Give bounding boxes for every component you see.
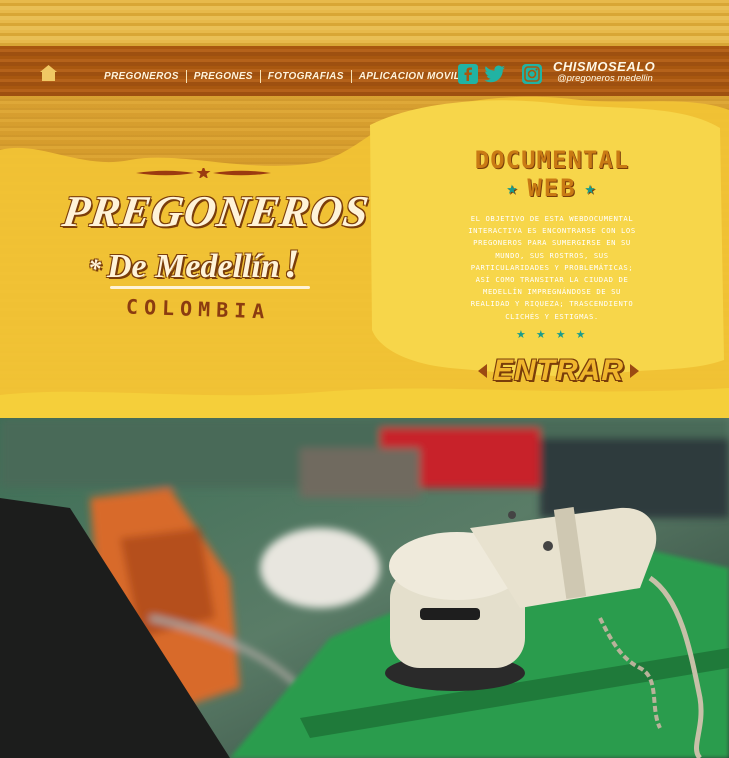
decorative-star-divider [136, 168, 271, 178]
documental-line2-row: ★ WEB ★ [470, 174, 634, 202]
hero-subtitle: * De Medellín! [88, 240, 299, 287]
main-nav: PREGONEROS PREGONES FOTOGRAFIAS APLICACI… [97, 70, 467, 83]
star-icon: ★ [535, 329, 546, 341]
nav-item-fotografias[interactable]: FOTOGRAFIAS [261, 70, 352, 83]
exclamation-mark: ! [283, 241, 300, 286]
arrow-right-icon [630, 364, 639, 378]
chismosealo-title: CHISMOSEALO [553, 59, 656, 74]
star-icon: ★ [506, 177, 520, 199]
arrow-left-icon [478, 364, 487, 378]
hero-title: PREGONEROS [59, 187, 373, 236]
documental-description: EL OBJETIVO DE ESTA WEBDOCUMENTAL INTERA… [468, 214, 636, 321]
hero-photo [0, 418, 729, 758]
chismosealo-block[interactable]: CHISMOSEALO @pregoneros medellin [553, 60, 655, 84]
asterisk-mark: * [88, 254, 101, 283]
nav-item-pregoneros[interactable]: PREGONEROS [97, 70, 187, 83]
star-icon: ★ [575, 329, 586, 341]
chismosealo-handle: @pregoneros medellin [557, 73, 653, 84]
star-icon: ★ [516, 329, 526, 341]
documental-line1: DOCUMENTAL [474, 146, 630, 174]
facebook-icon[interactable] [458, 64, 478, 84]
country-label: COLOMBIA [125, 294, 271, 324]
star-icon: ★ [584, 177, 598, 199]
hero-subtitle-text: De Medellín [107, 248, 280, 285]
stars-divider: ★ ★ ★ ★ [516, 328, 586, 341]
documental-line2: WEB [527, 174, 577, 202]
nav-item-aplicacion-movil[interactable]: APLICACION MOVIL [352, 70, 467, 83]
twitter-icon[interactable] [484, 64, 506, 84]
star-icon: ★ [555, 329, 566, 341]
documental-heading: DOCUMENTAL ★ WEB ★ [470, 146, 634, 202]
home-icon[interactable] [40, 65, 57, 81]
enter-button[interactable]: ENTRAR [478, 354, 639, 388]
instagram-icon[interactable] [522, 64, 542, 84]
title-underline [110, 286, 310, 289]
nav-item-pregones[interactable]: PREGONES [187, 70, 261, 83]
page: PREGONEROS PREGONES FOTOGRAFIAS APLICACI… [0, 0, 729, 758]
enter-button-label: ENTRAR [493, 354, 624, 387]
social-links [458, 64, 542, 84]
navbar: PREGONEROS PREGONES FOTOGRAFIAS APLICACI… [0, 46, 729, 96]
